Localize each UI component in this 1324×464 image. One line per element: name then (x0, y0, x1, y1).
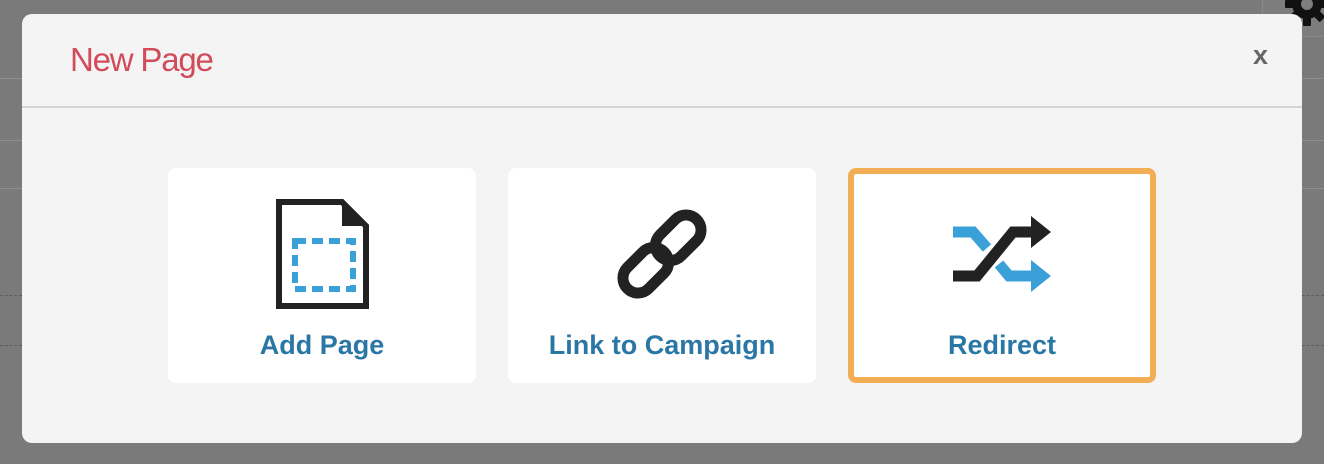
modal-header: New Page x (22, 14, 1302, 108)
redirect-option[interactable]: Redirect (848, 168, 1156, 383)
background-dashed-line (0, 295, 22, 296)
new-page-modal: New Page x Add Page Link to Campaign Red… (22, 14, 1302, 443)
background-divider (0, 188, 22, 189)
add-page-icon (262, 196, 382, 312)
add-page-option[interactable]: Add Page (168, 168, 476, 383)
background-dashed-line (0, 345, 22, 346)
add-page-label: Add Page (259, 330, 385, 360)
page-type-options: Add Page Link to Campaign Redirect (168, 168, 1156, 383)
redirect-label: Redirect (947, 330, 1057, 360)
background-divider (1302, 140, 1324, 141)
link-to-campaign-label: Link to Campaign (548, 330, 776, 360)
background-divider (1302, 188, 1324, 189)
close-button[interactable]: x (1253, 42, 1268, 69)
background-dashed-line (1302, 345, 1324, 346)
link-icon (602, 196, 722, 312)
shuffle-redirect-icon (942, 196, 1062, 312)
modal-title: New Page (70, 41, 214, 78)
background-divider (0, 78, 22, 79)
background-divider (1302, 78, 1324, 79)
background-dashed-line (1302, 295, 1324, 296)
link-to-campaign-option[interactable]: Link to Campaign (508, 168, 816, 383)
background-divider (0, 140, 22, 141)
